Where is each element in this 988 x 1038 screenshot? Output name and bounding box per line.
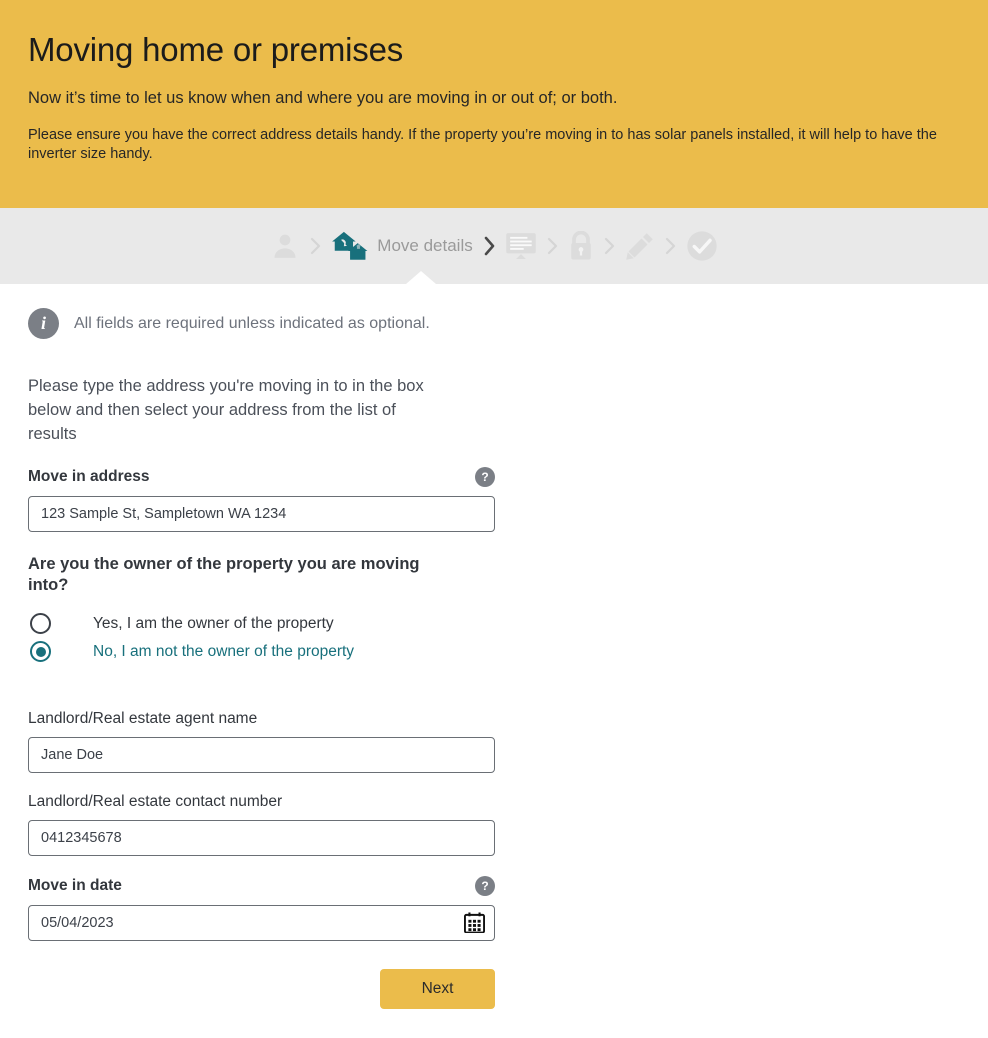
two-houses-icon: [331, 230, 369, 262]
required-fields-text: All fields are required unless indicated…: [74, 314, 430, 332]
step-move-details[interactable]: Move details: [331, 230, 473, 262]
move-in-date-label: Move in date: [28, 876, 122, 894]
radio-circle-no[interactable]: [30, 641, 51, 663]
radio-option-no[interactable]: No, I am not the owner of the property: [28, 638, 960, 666]
check-circle-icon: [686, 230, 718, 262]
move-in-address-input[interactable]: [28, 495, 495, 532]
move-in-address-label-row: Move in address ?: [28, 466, 495, 487]
page-root: Moving home or premises Now it’s time to…: [0, 0, 988, 1038]
info-icon: i: [28, 308, 59, 339]
chevron-right-icon-5: [664, 236, 677, 256]
agent-name-label-row: Landlord/Real estate agent name: [28, 710, 495, 728]
move-in-address-label: Move in address: [28, 467, 150, 485]
hero-banner: Moving home or premises Now it’s time to…: [0, 0, 988, 208]
calendar-icon[interactable]: [463, 912, 485, 934]
owner-question-label: Are you the owner of the property you ar…: [28, 554, 420, 594]
step-sign[interactable]: [625, 231, 655, 261]
hero-note: Please ensure you have the correct addre…: [28, 126, 937, 162]
next-button[interactable]: Next: [380, 968, 495, 1009]
hero-subtitle: Now it’s time to let us know when and wh…: [28, 88, 618, 107]
chevron-right-icon-1: [309, 236, 322, 256]
person-icon: [270, 231, 300, 261]
step-label-move-details: Move details: [377, 236, 473, 255]
progress-stepper: Move details: [0, 208, 988, 284]
agent-name-input[interactable]: [28, 736, 495, 773]
chevron-right-icon-4: [603, 236, 616, 256]
agent-phone-input[interactable]: [28, 819, 495, 856]
help-icon-date[interactable]: ?: [475, 875, 495, 896]
form-actions: Next: [28, 968, 495, 1009]
chevron-right-icon-2: [482, 235, 496, 257]
step-security[interactable]: [568, 231, 594, 261]
active-step-pointer: [406, 271, 436, 284]
page-title: Moving home or premises: [28, 31, 404, 68]
step-confirmation[interactable]: [686, 230, 718, 262]
address-instructions: Please type the address you're moving in…: [28, 377, 424, 443]
agent-phone-label-row: Landlord/Real estate contact number: [28, 793, 495, 811]
radio-option-yes[interactable]: Yes, I am the owner of the property: [28, 610, 960, 638]
radio-label-no: No, I am not the owner of the property: [93, 642, 355, 660]
move-in-date-label-row: Move in date ?: [28, 875, 495, 896]
owner-radio-group: Yes, I am the owner of the property No, …: [28, 610, 960, 666]
radio-circle-yes[interactable]: [30, 613, 51, 635]
agent-name-label: Landlord/Real estate agent name: [28, 709, 258, 727]
help-icon-address[interactable]: ?: [475, 466, 495, 487]
step-your-plan[interactable]: [505, 231, 537, 261]
agent-phone-label: Landlord/Real estate contact number: [28, 792, 283, 810]
pencil-icon: [625, 231, 655, 261]
move-in-date-input[interactable]: [28, 904, 495, 941]
move-in-date-wrapper: [28, 904, 495, 941]
required-fields-notice: i All fields are required unless indicat…: [28, 308, 960, 339]
form-content: i All fields are required unless indicat…: [0, 308, 988, 1009]
radio-label-yes: Yes, I am the owner of the property: [93, 614, 334, 632]
chevron-right-icon-3: [546, 236, 559, 256]
step-account[interactable]: [270, 231, 300, 261]
monitor-icon: [505, 231, 537, 261]
lock-icon: [568, 231, 594, 261]
